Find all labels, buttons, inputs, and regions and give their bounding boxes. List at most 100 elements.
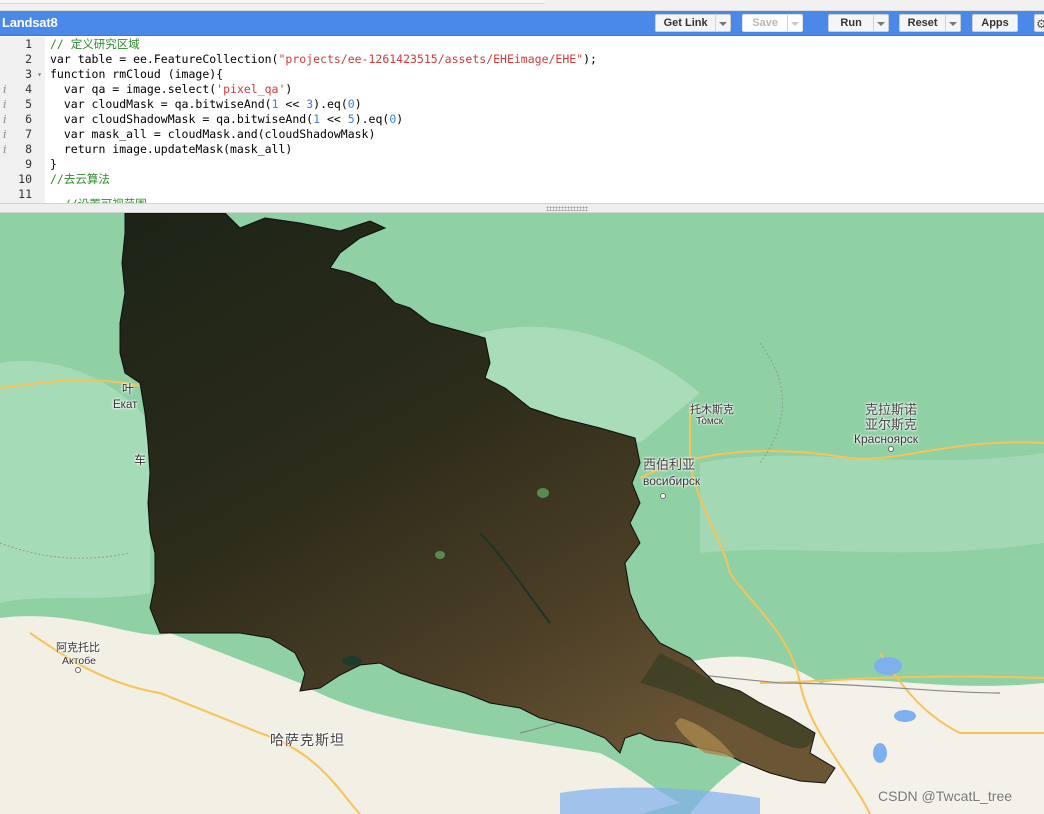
- code-text: ): [354, 97, 362, 111]
- code-text: ): [285, 82, 293, 96]
- city-marker-aktobe: [75, 667, 81, 673]
- save-dropdown-icon[interactable]: [787, 15, 802, 31]
- code-line-4[interactable]: var qa = image.select('pixel_qa'): [50, 82, 293, 97]
- bright-patch: [435, 551, 445, 559]
- tab-divider: [0, 0, 545, 4]
- map-label-kazakhstan-cn: 哈萨克斯坦: [270, 732, 345, 748]
- get-link-label[interactable]: Get Link: [656, 15, 715, 31]
- map-panel[interactable]: 叶 Екат 车 托木斯克 Томск 西伯利亚 восибирск 克拉斯诺 …: [0, 213, 1044, 814]
- code-line-2[interactable]: var table = ee.FeatureCollection("projec…: [50, 52, 597, 67]
- lake-in-imagery: [342, 656, 362, 666]
- info-icon[interactable]: i: [3, 127, 7, 142]
- line-number: 6: [25, 112, 32, 126]
- map-label-krasnoyarsk-cn-2: 亚尔斯克: [865, 417, 918, 432]
- code-number: 0: [347, 97, 355, 111]
- line-number: 4: [25, 82, 32, 96]
- code-comment: //去云算法: [50, 172, 110, 186]
- code-text: return image.updateMask(mask_all): [50, 142, 293, 156]
- line-number: 7: [25, 127, 32, 141]
- map-label-krasnoyarsk-ru: Красноярск: [854, 432, 919, 446]
- gutter-row: 11: [0, 187, 45, 202]
- reset-label[interactable]: Reset: [900, 15, 945, 31]
- info-icon[interactable]: i: [3, 97, 7, 112]
- browser-tab-strip: [0, 0, 1044, 11]
- code-number: 5: [347, 112, 355, 126]
- info-icon[interactable]: i: [3, 112, 7, 127]
- code-text: );: [583, 52, 597, 66]
- line-number: 11: [18, 187, 32, 201]
- line-number: 3: [25, 67, 32, 81]
- map-label-chelyabinsk-cn: 车: [134, 453, 147, 467]
- drag-handle-icon[interactable]: [546, 206, 588, 211]
- info-icon[interactable]: i: [3, 142, 7, 157]
- forest-light-area: [700, 453, 1044, 553]
- settings-button[interactable]: ⚙: [1034, 14, 1044, 32]
- code-line-5[interactable]: var cloudMask = qa.bitwiseAnd(1 << 3).eq…: [50, 97, 362, 112]
- code-line-7[interactable]: var mask_all = cloudMask.and(cloudShadow…: [50, 127, 376, 142]
- line-number: 2: [25, 52, 32, 66]
- get-link-button[interactable]: Get Link: [655, 14, 731, 32]
- code-line-3[interactable]: function rmCloud (image){: [50, 67, 223, 82]
- map-label-yekaterinburg-cn: 叶: [122, 382, 135, 396]
- bright-patch: [537, 488, 549, 498]
- code-line-10[interactable]: //去云算法: [50, 172, 110, 187]
- code-text: var cloudMask = qa.bitwiseAnd(: [50, 97, 272, 111]
- code-number: 1: [313, 112, 321, 126]
- reset-button[interactable]: Reset: [899, 14, 961, 32]
- map-label-yekaterinburg-ru: Екат: [113, 399, 138, 411]
- code-string: "projects/ee-1261423515/assets/EHEimage/…: [278, 52, 584, 66]
- line-number: 1: [25, 37, 32, 51]
- editor-toolbar: Landsat8 Get Link Save Run Reset Apps ⚙: [0, 11, 1044, 36]
- code-text: var cloudShadowMask = qa.bitwiseAnd(: [50, 112, 314, 126]
- code-text: ).eq(: [354, 112, 390, 126]
- run-label[interactable]: Run: [829, 15, 873, 31]
- gutter-row: 2: [0, 52, 45, 67]
- editor-map-splitter[interactable]: [0, 203, 1044, 213]
- line-number: 10: [18, 172, 32, 186]
- code-number: 1: [271, 97, 279, 111]
- gutter-row: 10: [0, 172, 45, 187]
- code-text: function rmCloud (image){: [50, 67, 224, 81]
- map-label-novosibirsk-cn: 西伯利亚: [643, 457, 696, 472]
- save-button[interactable]: Save: [742, 14, 803, 32]
- gutter-row: 9: [0, 157, 45, 172]
- map-canvas[interactable]: [0, 213, 1044, 814]
- code-text: }: [50, 157, 57, 171]
- map-label-tomsk-ru: Томск: [696, 416, 724, 427]
- code-line-6[interactable]: var cloudShadowMask = qa.bitwiseAnd(1 <<…: [50, 112, 403, 127]
- code-text: <<: [278, 97, 307, 111]
- code-text: ): [396, 112, 404, 126]
- gutter-row: 1: [0, 37, 45, 52]
- lake: [874, 657, 902, 675]
- code-comment: // 定义研究区域: [50, 37, 140, 51]
- line-number-gutter: 1 2 3 ▾ i 4 i 5 i 6 i 7 i 8 9 10 11: [0, 37, 45, 203]
- line-number: 8: [25, 142, 32, 156]
- code-text: ).eq(: [313, 97, 348, 111]
- info-icon[interactable]: i: [3, 82, 7, 97]
- reset-dropdown-icon[interactable]: [945, 15, 960, 31]
- code-line-9[interactable]: }: [50, 157, 57, 172]
- lake: [894, 710, 916, 722]
- gutter-row: 3 ▾: [0, 67, 45, 82]
- get-link-dropdown-icon[interactable]: [715, 15, 730, 31]
- line-number: 9: [25, 157, 32, 171]
- code-editor[interactable]: 1 2 3 ▾ i 4 i 5 i 6 i 7 i 8 9 10 11 // 定义研究区域 var table …: [0, 37, 1044, 203]
- save-label[interactable]: Save: [743, 15, 787, 31]
- code-line-1[interactable]: // 定义研究区域: [50, 37, 140, 52]
- run-button[interactable]: Run: [828, 14, 889, 32]
- run-dropdown-icon[interactable]: [873, 15, 888, 31]
- line-number: 5: [25, 97, 32, 111]
- lake: [873, 743, 887, 763]
- map-label-aktobe-cn: 阿克托比: [56, 642, 100, 654]
- gutter-row: i5: [0, 97, 45, 112]
- code-line-8[interactable]: return image.updateMask(mask_all): [50, 142, 292, 157]
- gutter-row: i7: [0, 127, 45, 142]
- map-label-novosibirsk-ru: восибирск: [643, 474, 701, 488]
- apps-button[interactable]: Apps: [972, 14, 1018, 32]
- fold-toggle-icon[interactable]: ▾: [37, 67, 42, 82]
- apps-label[interactable]: Apps: [973, 15, 1017, 31]
- gutter-row: i6: [0, 112, 45, 127]
- watermark: CSDN @TwcatL_tree: [878, 788, 1013, 804]
- map-label-aktobe-ru: Актобе: [62, 655, 96, 667]
- city-marker-krasnoyarsk: [888, 446, 894, 452]
